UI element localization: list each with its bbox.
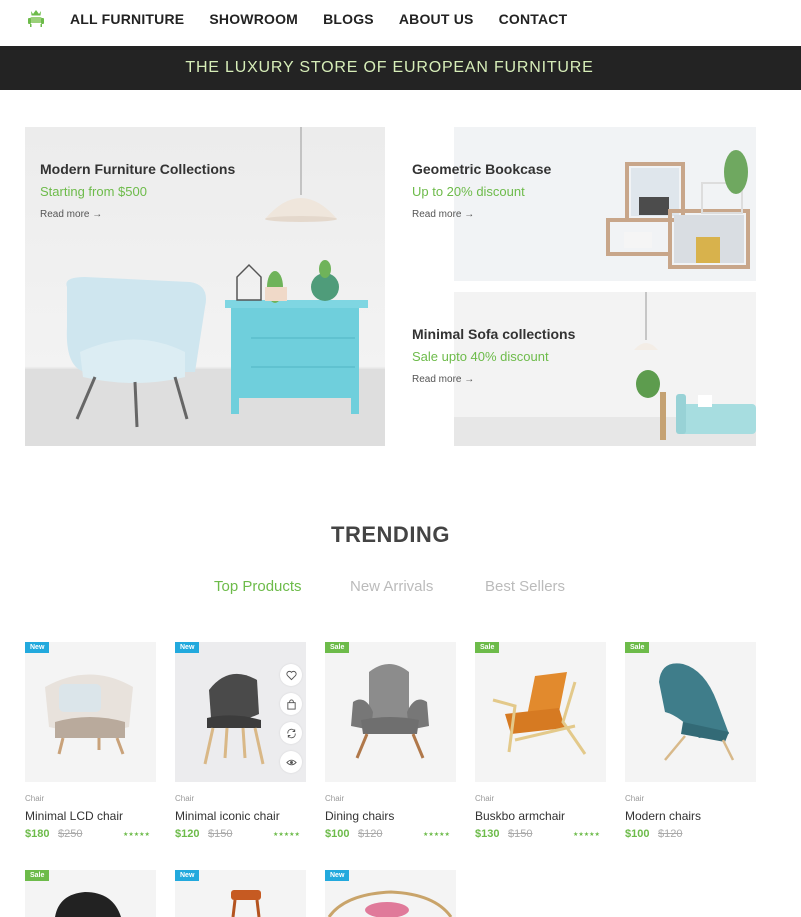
tab-new-arrivals[interactable]: New Arrivals	[350, 578, 433, 595]
hero-top-read-more[interactable]: Read more →	[412, 209, 474, 220]
promo-banner: THE LUXURY STORE OF EUROPEAN FURNITURE	[0, 46, 801, 90]
product-name[interactable]: Minimal iconic chair	[175, 809, 280, 823]
arrow-right-icon: →	[464, 374, 475, 385]
hero-modern-furniture[interactable]: Modern Furniture Collections Starting fr…	[25, 127, 385, 446]
product-name[interactable]: Dining chairs	[325, 809, 394, 823]
product-price: $130	[475, 828, 500, 840]
lounge-chair-image	[659, 663, 735, 761]
sale-badge: Sale	[475, 642, 500, 653]
top-navigation: ALL FURNITURE SHOWROOM BLOGS ABOUT US CO…	[0, 0, 801, 46]
arrow-right-icon: →	[92, 209, 103, 220]
product-price: $120	[175, 828, 200, 840]
product-price: $100	[325, 828, 350, 840]
hero-bottom-read-more[interactable]: Read more →	[412, 374, 474, 385]
product-category: Chair	[175, 794, 195, 803]
hero-main-title: Modern Furniture Collections	[40, 161, 236, 177]
product-category: Chair	[625, 794, 645, 803]
rating-stars: ★★★★★	[573, 832, 600, 838]
compare-refresh-icon[interactable]	[280, 722, 302, 744]
hero-bottom-title: Minimal Sofa collections	[412, 326, 576, 342]
product-card[interactable]: New	[175, 870, 306, 917]
new-badge: New	[325, 870, 350, 881]
logo-crown-chair-icon[interactable]	[25, 7, 47, 29]
hero-geometric-bookcase[interactable]	[454, 127, 756, 281]
rating-stars: ★★★★★	[123, 832, 150, 838]
menu-blogs[interactable]: BLOGS	[323, 11, 374, 27]
hero-bookcase-image	[606, 150, 750, 269]
wingback-chair-image	[351, 664, 429, 759]
product-name[interactable]: Modern chairs	[625, 809, 701, 823]
new-badge: New	[175, 642, 200, 653]
sale-badge: Sale	[25, 870, 50, 881]
product-image[interactable]	[475, 642, 606, 782]
hero-main-subtitle: Starting from $500	[40, 184, 147, 199]
new-badge: New	[175, 870, 200, 881]
product-card[interactable]: New	[325, 870, 456, 917]
product-category: Chair	[25, 794, 45, 803]
hero-top-title: Geometric Bookcase	[412, 161, 552, 177]
wishlist-heart-icon[interactable]	[280, 664, 302, 686]
main-menu: ALL FURNITURE SHOWROOM BLOGS ABOUT US CO…	[70, 11, 592, 27]
menu-contact[interactable]: CONTACT	[499, 11, 568, 27]
product-old-price: $150	[208, 828, 233, 840]
product-image[interactable]	[25, 642, 156, 782]
menu-about-us[interactable]: ABOUT US	[399, 11, 474, 27]
product-name[interactable]: Buskbo armchair	[475, 809, 565, 823]
quick-view-eye-icon[interactable]	[280, 751, 302, 773]
product-name[interactable]: Minimal LCD chair	[25, 809, 123, 823]
armchair-image	[45, 674, 133, 755]
product-image[interactable]	[325, 642, 456, 782]
product-actions	[280, 664, 302, 773]
armchair-image	[492, 672, 587, 755]
tab-best-sellers[interactable]: Best Sellers	[485, 578, 565, 595]
hero-sofa-image	[454, 292, 756, 446]
trending-heading: TRENDING	[331, 522, 450, 547]
product-price: $180	[25, 828, 50, 840]
hero-top-subtitle: Up to 20% discount	[412, 184, 525, 199]
menu-all-furniture[interactable]: ALL FURNITURE	[70, 11, 184, 27]
hero-main-read-more[interactable]: Read more →	[40, 209, 102, 220]
rating-stars: ★★★★★	[423, 832, 450, 838]
rating-stars: ★★★★★	[273, 832, 300, 838]
cart-bag-icon[interactable]	[280, 693, 302, 715]
product-old-price: $120	[358, 828, 383, 840]
product-card[interactable]: Sale	[25, 870, 156, 917]
menu-showroom[interactable]: SHOWROOM	[209, 11, 298, 27]
hero-bottom-subtitle: Sale upto 40% discount	[412, 349, 549, 364]
hero-minimal-sofa[interactable]	[454, 292, 756, 446]
new-badge: New	[25, 642, 50, 653]
product-category: Chair	[475, 794, 495, 803]
product-price: $100	[625, 828, 650, 840]
sale-badge: Sale	[625, 642, 650, 653]
product-old-price: $120	[658, 828, 683, 840]
product-image[interactable]	[175, 642, 306, 782]
product-old-price: $150	[508, 828, 533, 840]
product-category: Chair	[325, 794, 345, 803]
banner-text: THE LUXURY STORE OF EUROPEAN FURNITURE	[185, 59, 594, 76]
product-image[interactable]	[625, 642, 756, 782]
product-old-price: $250	[58, 828, 83, 840]
tab-top-products[interactable]: Top Products	[214, 578, 302, 595]
arrow-right-icon: →	[464, 209, 475, 220]
sale-badge: Sale	[325, 642, 350, 653]
